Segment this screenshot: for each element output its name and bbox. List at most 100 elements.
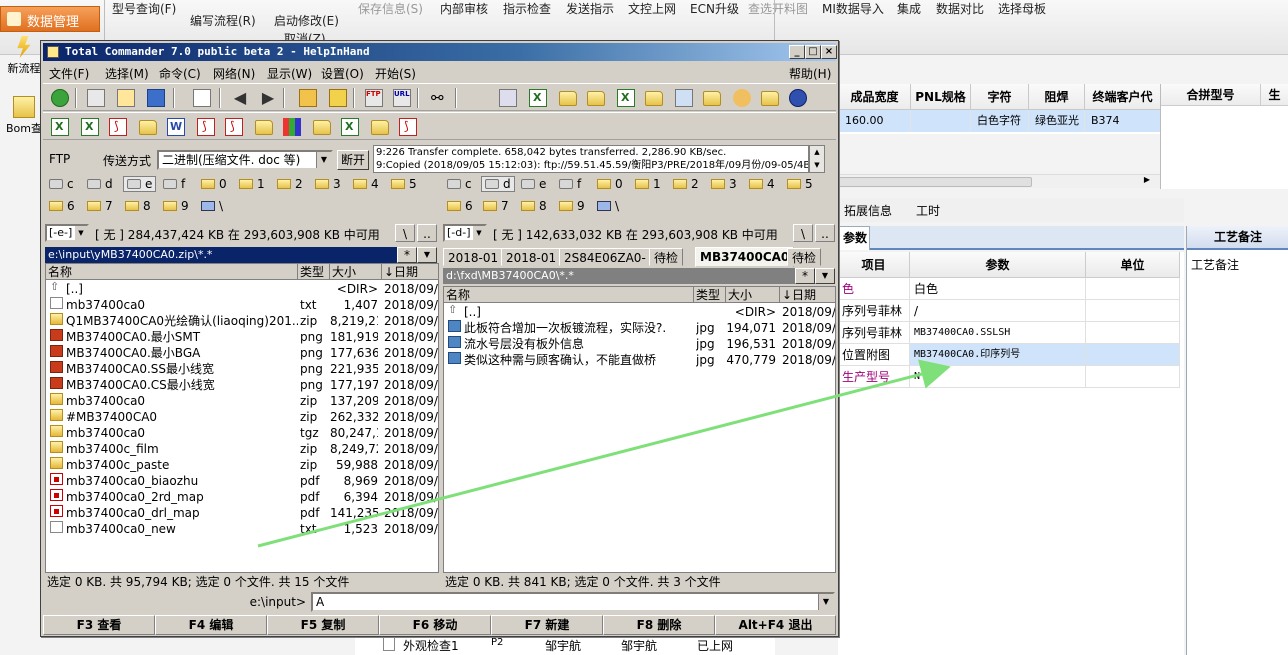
excel-icon[interactable]	[529, 89, 547, 107]
grid-header[interactable]: 终端客户代	[1085, 84, 1161, 110]
param-item[interactable]: 生产型号	[838, 366, 910, 388]
column-date[interactable]: ↓日期	[382, 264, 438, 280]
folder-tab[interactable]: 待检	[787, 248, 822, 266]
folder-icon[interactable]	[139, 120, 157, 135]
param-unit[interactable]	[1086, 278, 1180, 300]
folder-icon[interactable]	[313, 120, 331, 135]
pdf-icon[interactable]	[197, 118, 215, 136]
menu-doc-online[interactable]: 文控上网	[628, 0, 676, 17]
menu-ecn-upgrade[interactable]: ECN升级	[690, 0, 739, 17]
folder-icon[interactable]	[761, 91, 779, 106]
command-line-input[interactable]: A ▼	[311, 592, 835, 612]
left-drive-select[interactable]: [-e-] ▼	[45, 224, 89, 242]
file-row[interactable]: mb37400c_paste zip 59,988 2018/09/	[46, 457, 438, 473]
grid-header[interactable]: 成品宽度	[839, 84, 911, 110]
close-button[interactable]: ×	[821, 45, 837, 59]
grid-cell[interactable]: 白色字符	[971, 110, 1029, 132]
column-size[interactable]: 大小	[330, 264, 382, 280]
drive-d[interactable]: d	[481, 176, 515, 192]
column-size[interactable]: 大小	[726, 287, 780, 303]
param-item[interactable]: 序列号菲林	[838, 300, 910, 322]
excel-icon[interactable]	[81, 118, 99, 136]
file-row[interactable]: mb37400ca0_new txt 1,523 2018/09/	[46, 521, 438, 537]
param-unit[interactable]	[1086, 366, 1180, 388]
menu-instruction-check[interactable]: 指示检查	[503, 0, 551, 17]
folder-icon[interactable]	[255, 120, 273, 135]
drive-network[interactable]: \	[597, 199, 619, 215]
param-item[interactable]: 位置附图	[838, 344, 910, 366]
left-filter-button[interactable]: *	[397, 247, 417, 263]
param-value[interactable]: 白色	[910, 278, 1086, 300]
file-row[interactable]: mb37400ca0_biaozhu pdf 8,969 2018/09/	[46, 473, 438, 489]
param-unit[interactable]	[1086, 322, 1180, 344]
file-row[interactable]: mb37400ca0 zip 137,209 2018/09/	[46, 393, 438, 409]
folder-icon[interactable]	[371, 120, 389, 135]
param-value[interactable]: MB37400CA0.印序列号	[910, 344, 1086, 366]
file-row[interactable]: ⇧ [..] <DIR> 2018/09/	[46, 281, 438, 297]
left-root-button[interactable]: \	[395, 224, 415, 242]
chart-icon[interactable]	[283, 118, 301, 136]
column-name[interactable]: 名称	[444, 287, 694, 303]
drive-c[interactable]: c	[49, 177, 74, 193]
drive-c[interactable]: c	[447, 177, 472, 193]
drive-5[interactable]: 5	[787, 177, 813, 193]
column-name[interactable]: 名称	[46, 264, 298, 280]
drive-3[interactable]: 3	[711, 177, 737, 193]
tab-parameters[interactable]: 参数	[838, 226, 870, 250]
scroll-right-icon[interactable]: ▶	[1144, 175, 1150, 184]
menu-model-query[interactable]: 型号查询(F)	[112, 0, 176, 17]
grid-header[interactable]: 合拼型号	[1161, 84, 1261, 106]
file-row[interactable]: #MB37400CA0 zip 262,332 2018/09/	[46, 409, 438, 425]
folder-icon[interactable]	[559, 91, 577, 106]
folder-tab-active[interactable]: MB37400CA0	[695, 247, 795, 267]
column-date[interactable]: ↓日期	[780, 287, 835, 303]
excel-icon[interactable]	[51, 118, 69, 136]
word-icon[interactable]	[167, 118, 185, 136]
menu-help[interactable]: 帮助(H)	[789, 65, 831, 82]
menu-mi-import[interactable]: MI数据导入	[822, 0, 884, 17]
tab-labor-hours[interactable]: 工时	[916, 202, 940, 219]
file-row[interactable]: mb37400ca0_drl_map pdf 141,235 2018/09/	[46, 505, 438, 521]
drive-6[interactable]: 6	[447, 199, 473, 215]
folder-tab[interactable]: 2018-01	[501, 248, 562, 266]
left-file-list[interactable]: 名称 类型 大小 ↓日期 ⇧ [..] <DIR> 2018/09/mb37400ca…	[45, 263, 439, 573]
drive-5[interactable]: 5	[391, 177, 417, 193]
log-scrollbar[interactable]: ▲ ▼	[809, 145, 825, 173]
menu-settings[interactable]: 设置(O)	[321, 65, 364, 82]
excel-icon[interactable]	[341, 118, 359, 136]
left-current-path[interactable]: e:\input\yMB37400CA0.zip\*.*	[45, 247, 397, 263]
file-row[interactable]: MB37400CA0.CS最小线宽 png 177,197 2018/09/	[46, 377, 438, 393]
drive-9[interactable]: 9	[559, 199, 585, 215]
url-connect-icon[interactable]: URL	[393, 89, 411, 107]
drive-network[interactable]: \	[201, 199, 223, 215]
folder-icon[interactable]	[587, 91, 605, 106]
file-row[interactable]: mb37400ca0 txt 1,407 2018/09/	[46, 297, 438, 313]
drive-2[interactable]: 2	[277, 177, 303, 193]
param-item[interactable]: 序列号菲林	[838, 322, 910, 344]
full-view-icon[interactable]	[117, 89, 135, 107]
drive-9[interactable]: 9	[163, 199, 189, 215]
right-up-button[interactable]: ..	[815, 224, 835, 242]
menu-internal-audit[interactable]: 内部审核	[440, 0, 488, 17]
back-arrow-icon[interactable]: ◀	[231, 89, 249, 107]
menu-save-info[interactable]: 保存信息(S)	[358, 0, 423, 17]
drive-8[interactable]: 8	[125, 199, 151, 215]
drive-8[interactable]: 8	[521, 199, 547, 215]
menu-view[interactable]: 显示(W)	[267, 65, 312, 82]
file-row[interactable]: Q1MB37400CA0光绘确认(liaoqing)201.. zip 8,219,…	[46, 313, 438, 329]
file-row[interactable]: mb37400ca0_2rd_map pdf 6,394 2018/09/	[46, 489, 438, 505]
nav-data-management[interactable]: 数据管理	[0, 6, 100, 32]
transfer-mode-select[interactable]: 二进制(压缩文件. doc 等) ▼	[157, 150, 333, 170]
f5-copy-button[interactable]: F5 复制	[267, 615, 379, 635]
forward-arrow-icon[interactable]: ▶	[259, 89, 277, 107]
folder-tab[interactable]: 待检	[649, 248, 684, 266]
file-row[interactable]: 流水号层没有板外信息 jpg 196,531 2018/09/	[444, 336, 835, 352]
ftp-log[interactable]: 9:226 Transfer complete. 658,042 bytes t…	[373, 145, 809, 173]
folder-tab[interactable]: 2018-01	[443, 248, 504, 266]
minimize-button[interactable]: _	[789, 45, 805, 59]
right-root-button[interactable]: \	[793, 224, 813, 242]
left-up-button[interactable]: ..	[417, 224, 437, 242]
pdf-icon[interactable]	[109, 118, 127, 136]
grid-header[interactable]: 字符	[971, 84, 1029, 110]
grid-header[interactable]: 阻焊	[1029, 84, 1085, 110]
